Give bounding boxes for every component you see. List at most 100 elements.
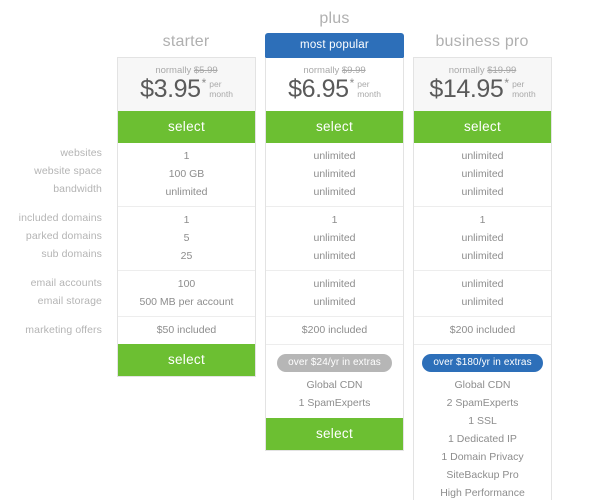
feature-value-group: unlimited unlimited xyxy=(414,271,551,317)
extras-plus: over $24/yr in extras Global CDN 1 SpamE… xyxy=(266,345,403,418)
feature-value: unlimited xyxy=(461,232,504,244)
feature-value-group: $200 included xyxy=(266,317,403,345)
select-button-starter-top[interactable]: select xyxy=(118,111,255,143)
extra-item: 2 SpamExperts xyxy=(446,397,519,409)
most-popular-ribbon: most popular xyxy=(265,33,404,58)
feature-value: unlimited xyxy=(313,186,356,198)
feature-label-group: included domains parked domains sub doma… xyxy=(0,209,110,263)
feature-value-group: $50 included xyxy=(118,317,255,344)
feature-value: 5 xyxy=(183,232,190,244)
extra-item: 1 SpamExperts xyxy=(298,397,371,409)
feature-value-group: unlimited unlimited unlimited xyxy=(414,143,551,207)
feature-label: email accounts xyxy=(30,277,102,289)
plan-card-starter: normally $5.99 $3.95 * per month select 1… xyxy=(117,57,256,377)
feature-value: unlimited xyxy=(165,186,208,198)
feature-value: 1 xyxy=(331,214,338,226)
feature-value: unlimited xyxy=(461,278,504,290)
feature-value-group: 1 unlimited unlimited xyxy=(266,207,403,271)
feature-value: 100 GB xyxy=(168,168,205,180)
features-plus: unlimited unlimited unlimited 1 unlimite… xyxy=(266,143,403,418)
price-block-starter: normally $5.99 $3.95 * per month xyxy=(118,58,255,111)
feature-label: marketing offers xyxy=(25,324,102,336)
month-text: month xyxy=(209,89,233,99)
feature-label-group: email accounts email storage xyxy=(0,274,110,310)
extra-item: 1 SSL xyxy=(468,415,497,427)
feature-value: unlimited xyxy=(461,168,504,180)
feature-value: $200 included xyxy=(449,324,516,336)
select-button-business-pro-top[interactable]: select xyxy=(414,111,551,143)
feature-value: unlimited xyxy=(313,168,356,180)
price-amount: $14.95 xyxy=(429,75,504,103)
feature-label: parked domains xyxy=(25,230,102,242)
per-text: per xyxy=(357,79,370,89)
feature-label-group: marketing offers xyxy=(0,321,110,339)
feature-value-group: 1 100 GB unlimited xyxy=(118,143,255,207)
feature-label: included domains xyxy=(18,212,102,224)
month-text: month xyxy=(512,89,536,99)
feature-label: bandwidth xyxy=(53,183,102,195)
feature-value: unlimited xyxy=(461,150,504,162)
extra-item: Global CDN xyxy=(454,379,511,391)
select-button-starter-bottom[interactable]: select xyxy=(118,344,255,376)
plan-title-business-pro: business pro xyxy=(435,33,529,50)
feature-value: unlimited xyxy=(461,186,504,198)
feature-value: 100 xyxy=(177,278,196,290)
feature-label: website space xyxy=(34,165,102,177)
feature-value: unlimited xyxy=(313,232,356,244)
extras-badge-plus: over $24/yr in extras xyxy=(277,354,392,372)
price-row-starter: $3.95 * per month xyxy=(118,77,255,102)
extra-item: High Performance xyxy=(440,487,525,499)
feature-value: $200 included xyxy=(301,324,368,336)
extras-badge-business-pro: over $180/yr in extras xyxy=(422,354,543,372)
features-starter: 1 100 GB unlimited 1 5 25 100 500 MB per… xyxy=(118,143,255,344)
feature-value: 1 xyxy=(183,150,190,162)
select-button-plus-bottom[interactable]: select xyxy=(266,418,403,450)
select-button-plus-top[interactable]: select xyxy=(266,111,403,143)
plan-title-plus: plus xyxy=(319,10,350,27)
feature-value: 500 MB per account xyxy=(139,296,234,308)
price-block-plus: normally $9.99 $6.95 * per month xyxy=(266,58,403,111)
feature-value-group: 1 unlimited unlimited xyxy=(414,207,551,271)
pricing-table: websites website space bandwidth include… xyxy=(0,0,602,500)
extra-item: 1 Dedicated IP xyxy=(448,433,517,445)
feature-value: 1 xyxy=(479,214,486,226)
feature-value: unlimited xyxy=(313,250,356,262)
feature-value-group: 100 500 MB per account xyxy=(118,271,255,317)
per-month-label: per month xyxy=(512,79,536,99)
feature-value: unlimited xyxy=(461,250,504,262)
month-text: month xyxy=(357,89,381,99)
feature-value: unlimited xyxy=(313,278,356,290)
feature-label-column: websites website space bandwidth include… xyxy=(0,144,110,350)
per-text: per xyxy=(209,79,222,89)
extra-item: SiteBackup Pro xyxy=(446,469,519,481)
feature-label: email storage xyxy=(37,295,102,307)
feature-value-group: unlimited unlimited xyxy=(266,271,403,317)
feature-label-group: websites website space bandwidth xyxy=(0,144,110,198)
per-month-label: per month xyxy=(357,79,381,99)
feature-value: unlimited xyxy=(313,296,356,308)
feature-label: sub domains xyxy=(41,248,102,260)
plan-title-starter: starter xyxy=(162,33,210,50)
feature-value: unlimited xyxy=(461,296,504,308)
price-asterisk: * xyxy=(201,76,207,90)
feature-value-group: unlimited unlimited unlimited xyxy=(266,143,403,207)
extra-item: Global CDN xyxy=(306,379,363,391)
extra-item: 1 Domain Privacy xyxy=(441,451,524,463)
price-amount: $6.95 xyxy=(288,75,349,103)
feature-value: 25 xyxy=(180,250,193,262)
price-asterisk: * xyxy=(349,76,355,90)
plan-card-plus: normally $9.99 $6.95 * per month select u… xyxy=(265,57,404,451)
price-asterisk: * xyxy=(504,76,510,90)
feature-value: 1 xyxy=(183,214,190,226)
per-text: per xyxy=(512,79,525,89)
features-business-pro: unlimited unlimited unlimited 1 unlimite… xyxy=(414,143,551,500)
price-block-business-pro: normally $19.99 $14.95 * per month xyxy=(414,58,551,111)
plan-card-business-pro: normally $19.99 $14.95 * per month select… xyxy=(413,57,552,500)
price-row-plus: $6.95 * per month xyxy=(266,77,403,102)
per-month-label: per month xyxy=(209,79,233,99)
price-row-business-pro: $14.95 * per month xyxy=(414,77,551,102)
extras-business-pro: over $180/yr in extras Global CDN 2 Spam… xyxy=(414,345,551,500)
feature-value: $50 included xyxy=(156,324,217,336)
feature-value-group: 1 5 25 xyxy=(118,207,255,271)
feature-value: unlimited xyxy=(313,150,356,162)
